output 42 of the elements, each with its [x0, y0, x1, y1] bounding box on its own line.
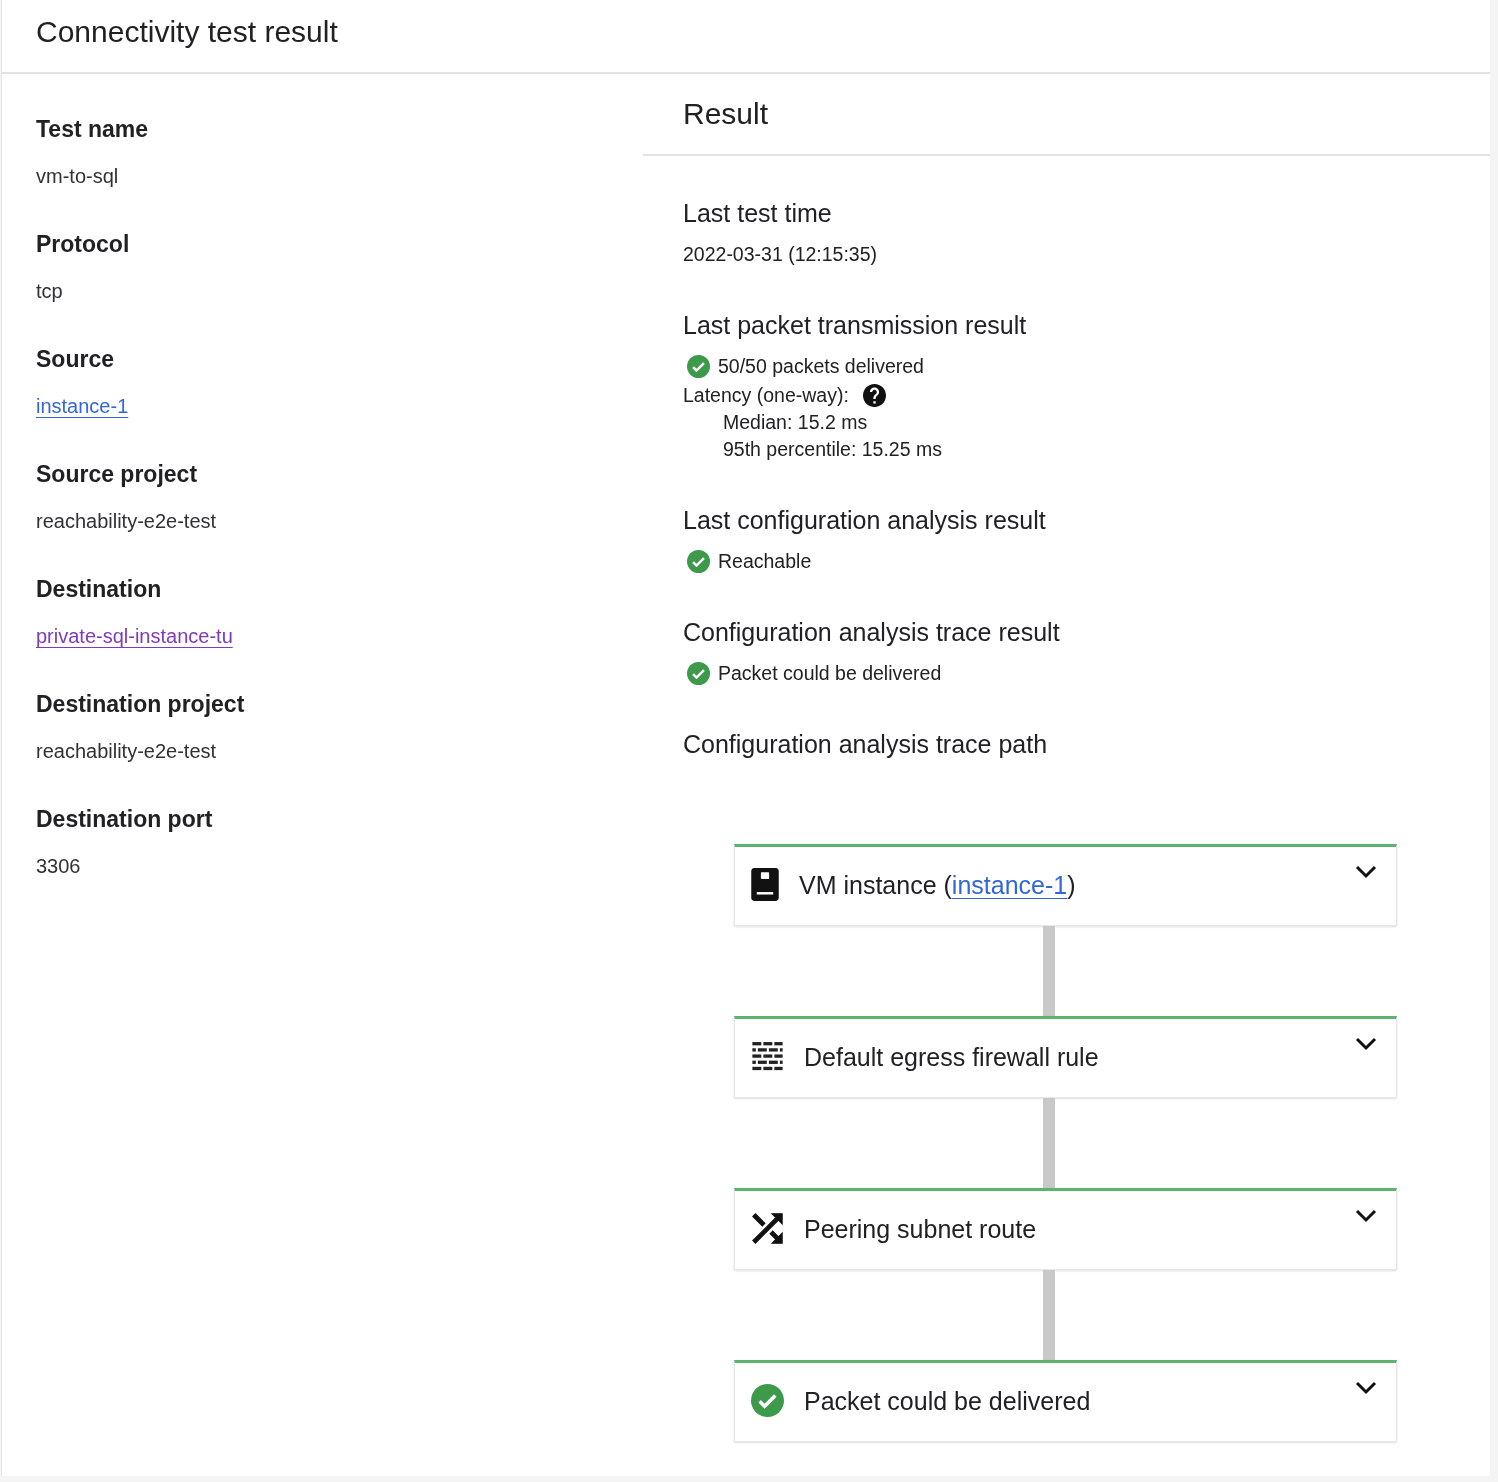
status-text: 50/50 packets delivered [718, 354, 924, 379]
section-heading: Configuration analysis trace result [683, 617, 1060, 647]
field-value: tcp [36, 279, 63, 304]
panel-title: Result [683, 97, 769, 131]
field-label: Test name [36, 115, 149, 144]
status-text: Packet could be delivered [718, 661, 942, 686]
badge-icon [751, 868, 779, 901]
check-circle-icon [751, 1384, 784, 1417]
section-heading: Last test time [683, 198, 832, 228]
field-value: 3306 [36, 854, 81, 879]
field-label: Source project [36, 460, 198, 489]
field-value: vm-to-sql [36, 164, 119, 189]
resource-link[interactable]: instance-1 [951, 870, 1068, 899]
field-value: reachability-e2e-test [36, 509, 217, 534]
field-label: Destination project [36, 690, 245, 719]
brick-wall-icon [751, 1040, 784, 1073]
status-text: Reachable [718, 549, 812, 574]
resource-link[interactable]: instance-1 [36, 395, 129, 417]
shuffle-icon [751, 1212, 784, 1245]
section-value: 2022-03-31 (12:15:35) [683, 242, 878, 267]
help-icon[interactable] [862, 384, 886, 407]
section-heading: Last configuration analysis result [683, 505, 1046, 535]
chevron-down-icon[interactable] [1355, 1209, 1377, 1223]
field-label: Destination port [36, 805, 213, 834]
latency-value: Median: 15.2 ms [722, 410, 868, 435]
step-label: Peering subnet route [804, 1213, 1037, 1245]
field-label: Destination [36, 575, 162, 604]
chevron-down-icon[interactable] [1355, 1037, 1377, 1051]
resource-link[interactable]: private-sql-instance-tu [36, 625, 233, 647]
step-label: VM instance (instance-1) [799, 869, 1076, 901]
section-heading: Configuration analysis trace path [683, 729, 1048, 759]
step-label: Default egress firewall rule [804, 1041, 1099, 1073]
section-heading: Last packet transmission result [683, 310, 1027, 340]
field-label: Protocol [36, 230, 130, 259]
step-label: Packet could be delivered [804, 1385, 1091, 1417]
page-title: Connectivity test result [36, 15, 338, 49]
field-label: Source [36, 345, 114, 374]
field-value: reachability-e2e-test [36, 739, 217, 764]
latency-value: 95th percentile: 15.25 ms [722, 437, 942, 462]
latency-label: Latency (one-way): [683, 383, 849, 408]
chevron-down-icon[interactable] [1355, 865, 1377, 879]
chevron-down-icon[interactable] [1355, 1381, 1377, 1395]
